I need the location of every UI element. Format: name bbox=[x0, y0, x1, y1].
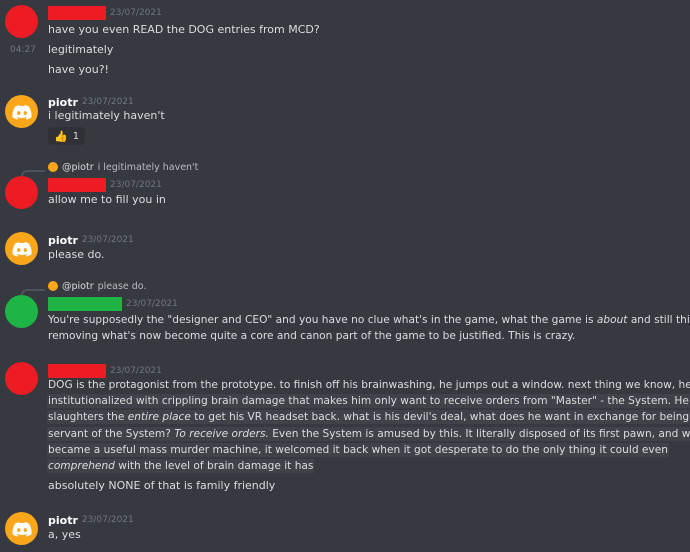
highlighted-text: institutionalized with crippling brain d… bbox=[48, 395, 690, 408]
message-text-part: DOG is the protagonist from the prototyp… bbox=[48, 379, 690, 391]
avatar[interactable] bbox=[5, 95, 38, 128]
reply-preview[interactable]: @piotr i legitimately haven't bbox=[48, 160, 198, 174]
message-text: absolutely NONE of that is family friend… bbox=[48, 479, 276, 492]
avatar[interactable] bbox=[5, 176, 38, 209]
reply-username[interactable]: @piotr bbox=[62, 162, 94, 173]
avatar[interactable] bbox=[5, 362, 38, 395]
message-text: please do. bbox=[48, 248, 105, 261]
message-text: DOG is the protagonist from the prototyp… bbox=[48, 377, 690, 474]
reply-username[interactable]: @piotr bbox=[62, 281, 94, 292]
reaction-count: 1 bbox=[72, 130, 80, 142]
reply-text: i legitimately haven't bbox=[97, 161, 199, 173]
highlighted-text: became a useful mass murder machine, it … bbox=[48, 443, 668, 456]
message-header: 23/07/2021 bbox=[48, 364, 162, 378]
emphasis: entire place bbox=[127, 411, 191, 424]
redacted-username[interactable] bbox=[48, 6, 106, 20]
message-text-part: You're supposedly the "designer and CEO"… bbox=[48, 314, 597, 326]
message-header: 23/07/2021 bbox=[48, 6, 162, 20]
highlighted-text: servant of the System? bbox=[48, 427, 175, 440]
message-text: a, yes bbox=[48, 528, 81, 541]
message-text-part: and still think bbox=[630, 314, 690, 326]
thumbs-up-icon: 👍 bbox=[54, 129, 68, 143]
message-header: piotr 23/07/2021 bbox=[48, 233, 134, 247]
highlighted-text: to get his VR headset back. what is his … bbox=[190, 411, 690, 424]
timestamp: 23/07/2021 bbox=[81, 235, 134, 245]
highlighted-text: slaughters the bbox=[48, 411, 128, 424]
redacted-username[interactable] bbox=[48, 178, 106, 192]
timestamp: 23/07/2021 bbox=[110, 180, 162, 190]
username[interactable]: piotr bbox=[48, 234, 78, 247]
message-header: 23/07/2021 bbox=[48, 297, 178, 311]
timestamp: 23/07/2021 bbox=[81, 515, 134, 525]
message-header: 23/07/2021 bbox=[48, 178, 162, 192]
message-text: You're supposedly the "designer and CEO"… bbox=[48, 312, 690, 344]
message-text: have you?! bbox=[48, 63, 109, 76]
username[interactable]: piotr bbox=[48, 96, 78, 109]
message-header: piotr 23/07/2021 bbox=[48, 95, 134, 109]
emphasis: comprehend bbox=[48, 460, 115, 473]
reply-avatar bbox=[48, 281, 58, 291]
emphasis: about bbox=[596, 314, 628, 326]
message-text: allow me to fill you in bbox=[48, 193, 166, 206]
avatar[interactable] bbox=[5, 512, 38, 545]
message-header: piotr 23/07/2021 bbox=[48, 513, 134, 527]
timestamp: 23/07/2021 bbox=[126, 299, 178, 309]
reply-text: please do. bbox=[97, 280, 147, 292]
avatar[interactable] bbox=[5, 5, 38, 38]
discord-logo-icon bbox=[11, 241, 32, 257]
message-text: i legitimately haven't bbox=[48, 109, 165, 122]
discord-logo-icon bbox=[11, 104, 32, 120]
emphasis: To receive orders. bbox=[174, 427, 269, 440]
message-text: legitimately bbox=[48, 43, 114, 56]
redacted-username[interactable] bbox=[48, 297, 122, 311]
avatar[interactable] bbox=[5, 232, 38, 265]
message-text-part: removing what's now become quite a core … bbox=[48, 330, 576, 343]
discord-logo-icon bbox=[11, 521, 32, 537]
avatar[interactable] bbox=[5, 295, 38, 328]
timestamp: 23/07/2021 bbox=[110, 366, 162, 376]
redacted-username[interactable] bbox=[48, 364, 106, 378]
hover-timestamp: 04:27 bbox=[10, 45, 36, 55]
reply-preview[interactable]: @piotr please do. bbox=[48, 279, 146, 293]
timestamp: 23/07/2021 bbox=[81, 97, 134, 107]
timestamp: 23/07/2021 bbox=[110, 8, 162, 18]
reply-avatar bbox=[48, 162, 58, 172]
highlighted-text: with the level of brain damage it has bbox=[114, 460, 314, 473]
message-text: have you even READ the DOG entries from … bbox=[48, 23, 320, 36]
reaction-thumbs-up[interactable]: 👍 1 bbox=[48, 127, 86, 145]
highlighted-text: Even the System is amused by this. It li… bbox=[268, 427, 690, 440]
username[interactable]: piotr bbox=[48, 514, 78, 527]
